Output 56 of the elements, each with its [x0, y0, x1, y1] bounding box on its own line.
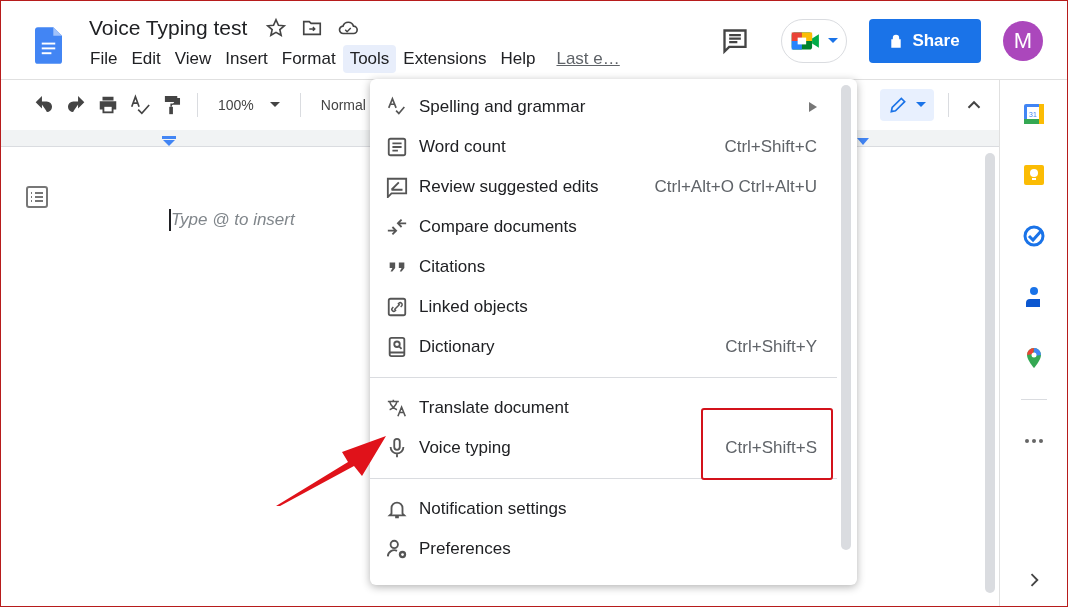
shortcut-label: Ctrl+Shift+Y	[725, 337, 817, 357]
menu-item[interactable]: Spelling and grammar	[370, 87, 857, 127]
menu-item[interactable]: Compare documents	[370, 207, 857, 247]
menu-item[interactable]: Linked objects	[370, 287, 857, 327]
spellcheck-icon[interactable]	[129, 94, 151, 116]
star-icon[interactable]	[265, 17, 288, 39]
shortcut-label: Ctrl+Alt+O Ctrl+Alt+U	[654, 177, 817, 197]
menu-item[interactable]: Voice typing Ctrl+Shift+S	[370, 428, 857, 468]
menu-item[interactable]: Review suggested edits Ctrl+Alt+O Ctrl+Alt+U	[370, 167, 857, 207]
avatar[interactable]: M	[1003, 21, 1043, 61]
meet-button[interactable]	[781, 19, 847, 63]
share-button[interactable]: Share	[869, 19, 981, 63]
lock-icon	[890, 34, 903, 48]
outline-icon[interactable]	[25, 185, 49, 209]
menu-item[interactable]: File	[83, 45, 125, 73]
menu-item[interactable]: Word count Ctrl+Shift+C	[370, 127, 857, 167]
menu-item[interactable]: Extensions	[396, 45, 494, 73]
menu-item[interactable]: Help	[493, 45, 543, 73]
menu-item[interactable]: Insert	[218, 45, 275, 73]
compare-icon	[386, 216, 408, 238]
comment-icon[interactable]	[721, 27, 749, 55]
menu-item[interactable]: Tools	[342, 45, 397, 73]
indent-marker-icon[interactable]	[162, 136, 176, 146]
docs-logo-icon[interactable]	[35, 27, 62, 64]
task-check-icon[interactable]	[1021, 224, 1046, 248]
menu-item[interactable]: Translate document	[370, 388, 857, 428]
menu-item[interactable]: Citations	[370, 247, 857, 287]
menu-item[interactable]: View	[167, 45, 219, 73]
indent-marker-icon[interactable]	[856, 136, 870, 146]
zoom-dropdown[interactable]: 100%	[212, 97, 286, 113]
shortcut-label: Ctrl+Shift+C	[724, 137, 817, 157]
caret-icon	[269, 102, 280, 108]
menu-item[interactable]: Edit	[124, 45, 168, 73]
word-count-icon	[386, 136, 408, 158]
menu-item[interactable]: Notification settings	[370, 489, 857, 529]
style-dropdown[interactable]: Normal	[314, 97, 372, 113]
document-title[interactable]: Voice Typing test	[89, 16, 248, 40]
caret-icon	[916, 102, 926, 108]
scrollbar[interactable]	[985, 153, 995, 593]
caret-icon	[828, 38, 838, 44]
link-icon	[386, 296, 408, 318]
editing-mode-button[interactable]	[880, 89, 934, 121]
menu-item[interactable]: Format	[274, 45, 343, 73]
dictionary-icon	[386, 336, 408, 358]
person-gear-icon	[386, 538, 408, 560]
menu-item[interactable]: Preferences	[370, 529, 857, 569]
submenu-arrow-icon	[809, 102, 817, 112]
last-edit-link[interactable]: Last e…	[556, 49, 620, 69]
translate-icon	[386, 397, 408, 419]
pencil-icon	[888, 95, 908, 115]
menu-item[interactable]: Dictionary Ctrl+Shift+Y	[370, 327, 857, 367]
scrollbar[interactable]	[841, 85, 851, 550]
document-body-field[interactable]: Type @ to insert	[169, 209, 295, 231]
print-icon[interactable]	[97, 94, 119, 116]
review-edits-icon	[386, 176, 408, 198]
shortcut-label: Ctrl+Shift+S	[725, 438, 817, 458]
